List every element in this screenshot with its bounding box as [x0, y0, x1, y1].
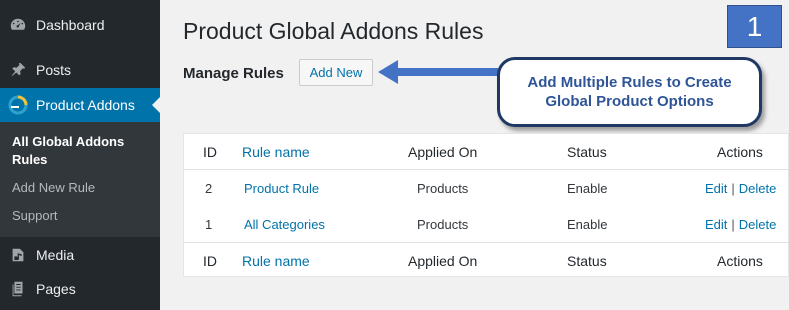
- rule-status: Enable: [567, 216, 608, 232]
- delete-link[interactable]: Delete: [739, 181, 777, 196]
- column-header-rule-name[interactable]: Rule name: [242, 134, 310, 170]
- sidebar-item-media[interactable]: Media: [0, 238, 160, 272]
- rules-table: ID Rule name Applied On Status Actions 2…: [183, 133, 789, 277]
- rule-name-link[interactable]: All Categories: [244, 206, 325, 242]
- table-footer-row: ID Rule name Applied On Status Actions: [184, 242, 788, 278]
- table-row: 1 All Categories Products Enable Edit | …: [184, 206, 788, 242]
- delete-link[interactable]: Delete: [739, 217, 777, 232]
- submenu-item-label: All Global Addons Rules: [12, 134, 125, 167]
- pin-icon: [0, 61, 36, 79]
- rule-applied-on: Products: [417, 216, 469, 232]
- table-row: 2 Product Rule Products Enable Edit | De…: [184, 170, 788, 206]
- media-icon: [0, 246, 36, 264]
- rule-applied-on: Products: [417, 180, 469, 196]
- rule-id: 1: [205, 216, 213, 232]
- callout-arrow-icon: [378, 60, 498, 84]
- sidebar-item-product-addons[interactable]: Product Addons: [0, 88, 160, 122]
- column-footer-id: ID: [203, 253, 217, 269]
- active-indicator: [152, 97, 160, 113]
- callout-line-1: Add Multiple Rules to Create: [527, 74, 732, 91]
- add-new-button[interactable]: Add New: [299, 59, 373, 86]
- pages-icon: [0, 280, 36, 298]
- rule-actions: Edit | Delete: [705, 170, 776, 206]
- callout-bubble: Add Multiple Rules to Create Global Prod…: [497, 57, 762, 127]
- actions-separator: |: [731, 180, 735, 196]
- sidebar-item-label: Posts: [36, 62, 72, 78]
- sidebar-item-posts[interactable]: Posts: [0, 53, 160, 87]
- step-number-badge: 1: [727, 5, 782, 48]
- rule-id: 2: [205, 180, 213, 196]
- column-header-id: ID: [203, 144, 217, 160]
- dashboard-icon: [0, 16, 36, 34]
- rule-actions: Edit | Delete: [705, 206, 776, 242]
- rule-name-link[interactable]: Product Rule: [244, 170, 319, 206]
- sidebar-item-label: Dashboard: [36, 17, 105, 33]
- column-header-applied-on: Applied On: [408, 144, 478, 160]
- column-footer-actions: Actions: [717, 253, 763, 269]
- submenu-item-support[interactable]: Support: [12, 207, 58, 225]
- callout-line-2: Global Product Options: [545, 93, 714, 110]
- sidebar-item-pages[interactable]: Pages: [0, 272, 160, 306]
- sidebar-item-label: Product Addons: [36, 97, 135, 113]
- manage-rules-heading: Manage Rules: [183, 65, 284, 82]
- submenu-item-label: Support: [12, 208, 58, 223]
- submenu-item-all-global-addons-rules[interactable]: All Global Addons Rules: [12, 133, 142, 169]
- column-header-status: Status: [567, 144, 607, 160]
- column-header-actions: Actions: [717, 144, 763, 160]
- table-header-row: ID Rule name Applied On Status Actions: [184, 134, 788, 170]
- sidebar-submenu: All Global Addons Rules Add New Rule Sup…: [0, 122, 160, 237]
- sidebar-item-label: Pages: [36, 281, 76, 297]
- addons-icon: [0, 95, 36, 115]
- column-footer-rule-name[interactable]: Rule name: [242, 243, 310, 279]
- edit-link[interactable]: Edit: [705, 181, 727, 196]
- sidebar-item-dashboard[interactable]: Dashboard: [0, 8, 160, 42]
- actions-separator: |: [731, 216, 735, 232]
- rule-status: Enable: [567, 180, 608, 196]
- edit-link[interactable]: Edit: [705, 217, 727, 232]
- submenu-item-label: Add New Rule: [12, 180, 96, 195]
- column-footer-status: Status: [567, 253, 607, 269]
- page-title: Product Global Addons Rules: [183, 18, 484, 44]
- column-footer-applied-on: Applied On: [408, 253, 478, 269]
- admin-sidebar: Dashboard Posts Product Addons All Globa…: [0, 0, 160, 310]
- submenu-item-add-new-rule[interactable]: Add New Rule: [12, 179, 95, 197]
- sidebar-item-label: Media: [36, 247, 75, 263]
